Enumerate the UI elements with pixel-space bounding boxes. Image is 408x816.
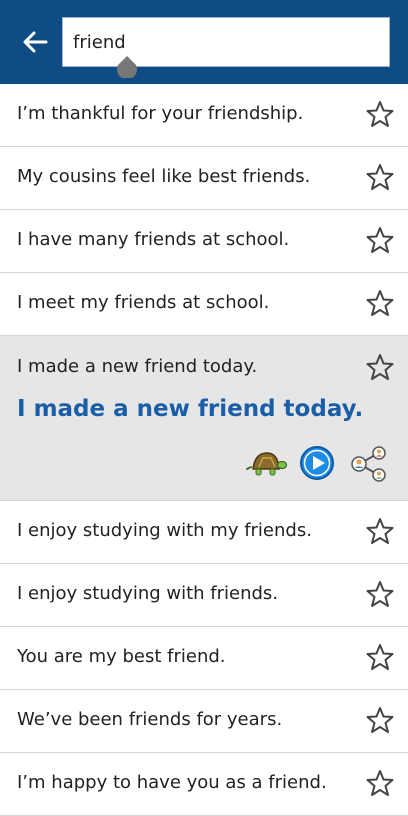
results-list: I’m thankful for your friendship. My cou…: [0, 84, 408, 816]
star-outline-icon[interactable]: [366, 100, 394, 128]
play-icon[interactable]: [299, 445, 335, 481]
text-cursor-handle[interactable]: [116, 56, 138, 78]
result-item[interactable]: I enjoy studying with my friends.: [0, 501, 408, 564]
star-outline-icon[interactable]: [366, 769, 394, 797]
app-header: friend: [0, 0, 408, 84]
star-outline-icon[interactable]: [366, 643, 394, 671]
share-icon[interactable]: [350, 445, 388, 483]
phrase-text: I have many friends at school.: [17, 229, 290, 250]
star-outline-icon[interactable]: [366, 706, 394, 734]
result-item[interactable]: We’ve been friends for years.: [0, 690, 408, 753]
phrase-text: I enjoy studying with friends.: [17, 583, 279, 604]
star-outline-icon[interactable]: [366, 163, 394, 191]
phrase-text: I enjoy studying with my friends.: [17, 520, 312, 541]
result-item[interactable]: You are my best friend.: [0, 627, 408, 690]
result-item[interactable]: I’m happy to have you as a friend.: [0, 753, 408, 816]
phrase-text: I made a new friend today.: [17, 356, 258, 377]
star-outline-icon[interactable]: [366, 226, 394, 254]
back-arrow-icon[interactable]: [20, 27, 50, 57]
phrase-translation: I made a new friend today.: [17, 396, 364, 422]
phrase-text: I’m thankful for your friendship.: [17, 103, 304, 124]
result-item[interactable]: I enjoy studying with friends.: [0, 564, 408, 627]
star-outline-icon[interactable]: [366, 580, 394, 608]
result-item[interactable]: I’m thankful for your friendship.: [0, 84, 408, 147]
turtle-icon[interactable]: [245, 445, 287, 481]
search-query: friend: [73, 32, 126, 53]
star-outline-icon[interactable]: [366, 353, 394, 381]
phrase-text: My cousins feel like best friends.: [17, 166, 311, 187]
phrase-text: I’m happy to have you as a friend.: [17, 772, 327, 793]
phrase-actions: [0, 443, 408, 483]
result-item-expanded[interactable]: I made a new friend today. I made a new …: [0, 336, 408, 501]
star-outline-icon[interactable]: [366, 289, 394, 317]
star-outline-icon[interactable]: [366, 517, 394, 545]
phrase-text: You are my best friend.: [17, 646, 226, 667]
result-item[interactable]: I have many friends at school.: [0, 210, 408, 273]
result-item[interactable]: I meet my friends at school.: [0, 273, 408, 336]
search-input[interactable]: friend: [62, 17, 390, 67]
result-item[interactable]: My cousins feel like best friends.: [0, 147, 408, 210]
phrase-text: We’ve been friends for years.: [17, 709, 283, 730]
phrase-text: I meet my friends at school.: [17, 292, 270, 313]
